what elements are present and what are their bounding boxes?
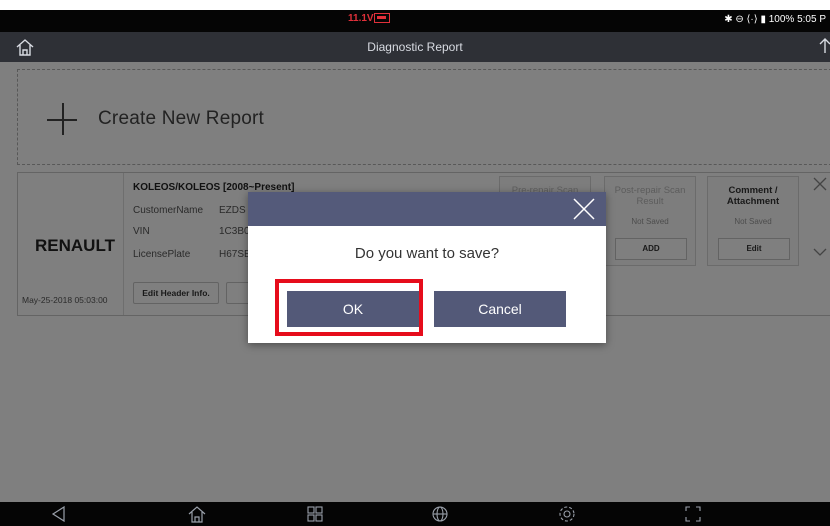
globe-icon[interactable] [431, 505, 449, 523]
ok-button-highlight [275, 279, 423, 336]
title-bar: Diagnostic Report [0, 32, 830, 62]
status-bar: 11.1V ✱ ⊖ ⟨·⟩ ▮ 100% 5:05 P [0, 10, 830, 32]
export-icon[interactable] [816, 36, 830, 58]
cancel-button[interactable]: Cancel [434, 291, 566, 327]
top-strip [0, 0, 830, 10]
status-icons: ✱ ⊖ ⟨·⟩ ▮ 100% 5:05 P [724, 14, 826, 25]
decor-wedge [520, 0, 560, 10]
screenshot-icon[interactable] [684, 505, 702, 523]
recent-apps-icon[interactable] [306, 505, 324, 523]
page-title: Diagnostic Report [367, 40, 463, 54]
nav-home-icon[interactable] [187, 505, 207, 523]
close-icon[interactable] [572, 197, 596, 221]
settings-icon[interactable] [558, 505, 576, 523]
back-icon[interactable] [50, 505, 68, 523]
navigation-bar [0, 502, 830, 526]
battery-icon [374, 13, 390, 23]
dialog-header [248, 192, 606, 226]
voltage-readout: 11.1V [348, 13, 374, 24]
dialog-message: Do you want to save? [354, 245, 500, 262]
